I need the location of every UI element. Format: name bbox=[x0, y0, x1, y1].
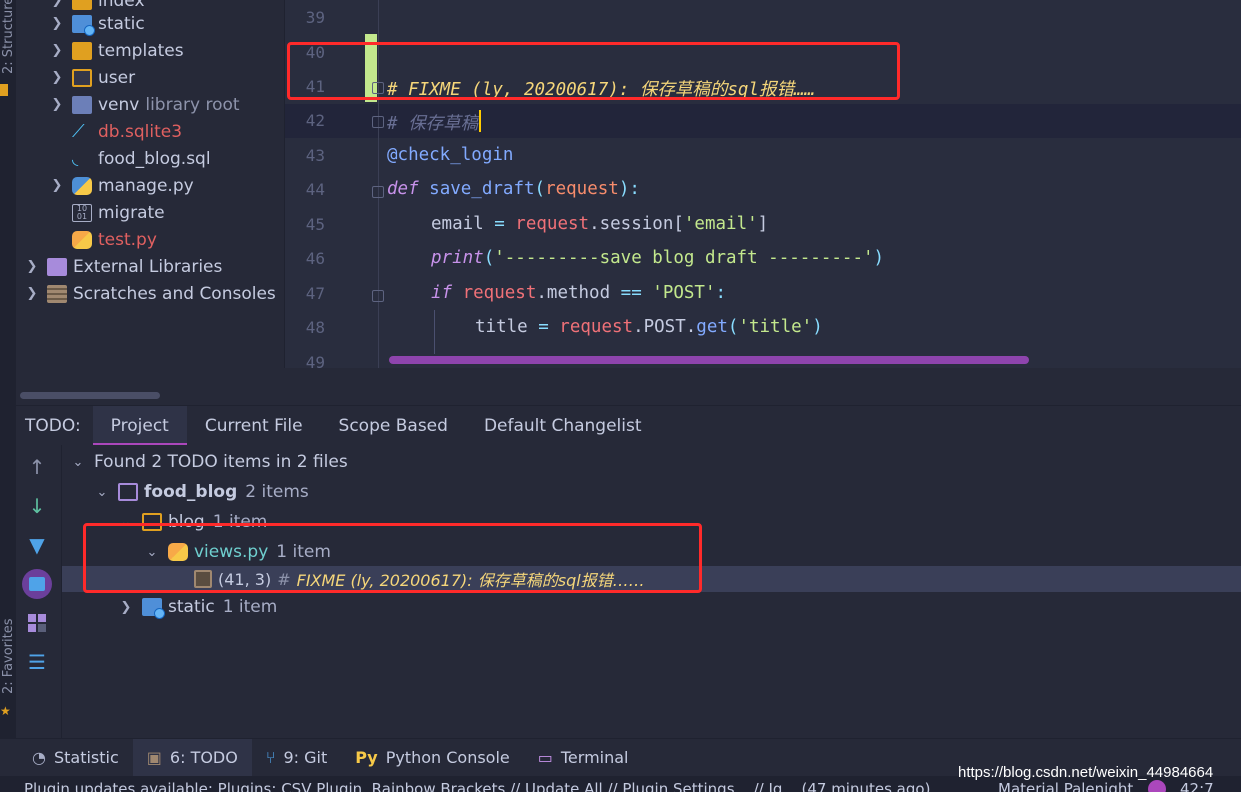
editor-scrollbar[interactable] bbox=[389, 356, 1029, 364]
project-folder-icon bbox=[118, 483, 138, 501]
favorites-label: 2: Favorites bbox=[1, 618, 16, 694]
web-folder-icon bbox=[142, 598, 165, 619]
templates-folder-icon bbox=[72, 41, 92, 60]
structure-icon bbox=[0, 84, 8, 96]
code-line-42[interactable]: # 保存草稿 bbox=[387, 110, 478, 135]
watermark-text: https://blog.csdn.net/weixin_44984664 bbox=[958, 764, 1214, 781]
tree-item-manage-py[interactable]: ❯ manage.py bbox=[50, 172, 194, 199]
tree-item-migrate[interactable]: 10 01 migrate bbox=[72, 199, 165, 226]
show-packages-icon[interactable]: ☰ bbox=[20, 646, 54, 678]
text-caret bbox=[479, 110, 481, 132]
code-line-46[interactable]: print('---------save blog draft --------… bbox=[431, 248, 884, 268]
tree-item-scratches[interactable]: ❯ Scratches and Consoles bbox=[25, 280, 276, 307]
code-line-47[interactable]: if request.method == 'POST': bbox=[431, 283, 726, 303]
code-line-43[interactable]: @check_login bbox=[387, 145, 513, 165]
group-modules-icon[interactable] bbox=[20, 607, 54, 639]
project-tree[interactable]: ❯ index ❯ static ❯ templates ❯ user ❯ ve… bbox=[16, 0, 284, 405]
chevron-down-icon[interactable]: ⌄ bbox=[94, 485, 110, 500]
tab-default-changelist[interactable]: Default Changelist bbox=[466, 406, 660, 446]
line-number: 47 bbox=[305, 284, 325, 303]
chevron-right-icon[interactable]: ❯ bbox=[50, 16, 64, 31]
chevron-right-icon[interactable]: ❯ bbox=[25, 259, 39, 274]
chevron-right-icon[interactable]: ❯ bbox=[50, 70, 64, 85]
todo-tool-window-header: TODO: Project Current File Scope Based D… bbox=[16, 405, 1241, 446]
scratches-icon bbox=[47, 284, 67, 303]
tab-current-file[interactable]: Current File bbox=[187, 406, 321, 446]
tree-item-venv[interactable]: ❯ venv library root bbox=[50, 91, 240, 118]
favorites-tool-button[interactable]: 2: Favorites bbox=[0, 600, 16, 720]
tree-item-test-py[interactable]: test.py bbox=[72, 226, 157, 253]
pie-chart-icon: ◔ bbox=[32, 748, 46, 767]
binary-file-icon: 10 01 bbox=[72, 203, 92, 222]
todo-summary-row[interactable]: ⌄ Found 2 TODO items in 2 files bbox=[70, 447, 348, 477]
chevron-right-icon[interactable]: ❯ bbox=[50, 0, 64, 8]
tree-item-food-blog-sql[interactable]: ◟ food_blog.sql bbox=[72, 145, 211, 172]
code-line-45[interactable]: email = request.session['email'] bbox=[431, 214, 768, 234]
tree-item-templates[interactable]: ❯ templates bbox=[50, 37, 184, 64]
chevron-right-icon[interactable]: ❯ bbox=[25, 286, 39, 301]
todo-toolbar: ↑ ↓ ▼ ☰ bbox=[16, 445, 62, 738]
terminal-icon: ▭ bbox=[537, 748, 553, 767]
tree-item-user[interactable]: ❯ user bbox=[50, 64, 136, 91]
python-file-icon bbox=[72, 176, 92, 195]
statistic-tool-button[interactable]: ◔ Statistic bbox=[18, 739, 133, 777]
chevron-right-icon[interactable]: ❯ bbox=[50, 43, 64, 58]
chevron-right-icon[interactable]: ❯ bbox=[118, 600, 134, 615]
preview-toggle-button[interactable] bbox=[20, 568, 54, 600]
code-line-48[interactable]: title = request.POST.get('title') bbox=[475, 317, 823, 337]
git-tool-button[interactable]: ⑂ 9: Git bbox=[252, 739, 341, 777]
chevron-down-icon[interactable]: ⌄ bbox=[70, 455, 86, 470]
python-file-icon bbox=[72, 230, 92, 249]
todo-window-title: TODO: bbox=[25, 415, 81, 436]
tree-item-db-sqlite3[interactable]: ⟋ db.sqlite3 bbox=[72, 118, 182, 145]
web-folder-icon bbox=[72, 14, 95, 36]
chevron-right-icon[interactable]: ❯ bbox=[50, 178, 64, 193]
line-number: 43 bbox=[305, 146, 325, 165]
theme-indicator[interactable]: Material Palenight bbox=[998, 780, 1138, 792]
tab-project[interactable]: Project bbox=[92, 405, 188, 446]
line-number: 42 bbox=[305, 111, 325, 130]
fold-icon[interactable] bbox=[372, 290, 384, 302]
sql-file-icon: ◟ bbox=[72, 148, 79, 168]
todo-icon: ▣ bbox=[146, 748, 162, 767]
annotation-box-editor bbox=[287, 42, 900, 100]
preview-icon bbox=[22, 569, 52, 599]
folder-icon bbox=[72, 95, 92, 114]
line-number: 46 bbox=[305, 249, 325, 268]
todo-tool-button[interactable]: ▣ 6: TODO bbox=[132, 738, 252, 777]
todo-node-food-blog[interactable]: ⌄ food_blog 2 items bbox=[94, 477, 309, 507]
fold-icon[interactable] bbox=[372, 186, 384, 198]
line-number: 44 bbox=[305, 180, 325, 199]
status-message[interactable]: Plugin updates available: Plugins: CSV P… bbox=[24, 780, 930, 792]
chevron-right-icon[interactable]: ❯ bbox=[50, 97, 64, 112]
tree-item-external-libraries[interactable]: ❯ External Libraries bbox=[25, 253, 223, 280]
tree-item-static[interactable]: ❯ static bbox=[50, 10, 145, 37]
tab-scope-based[interactable]: Scope Based bbox=[321, 406, 466, 446]
structure-label: 2: Structure bbox=[1, 0, 16, 74]
fold-icon[interactable] bbox=[372, 116, 384, 128]
library-icon bbox=[47, 257, 67, 276]
python-console-tool-button[interactable]: Py Python Console bbox=[341, 739, 524, 777]
git-branch-icon: ⑂ bbox=[265, 748, 276, 767]
todo-node-static[interactable]: ❯ static 1 item bbox=[118, 592, 277, 622]
filter-icon[interactable]: ▼ bbox=[20, 529, 54, 561]
line-number: 39 bbox=[305, 8, 325, 27]
line-number: 45 bbox=[305, 215, 325, 234]
theme-icon bbox=[1148, 780, 1166, 792]
project-tree-scrollbar[interactable] bbox=[20, 392, 160, 399]
code-line-44[interactable]: def save_draft(request): bbox=[387, 179, 640, 199]
line-number: 48 bbox=[305, 318, 325, 337]
arrow-up-icon[interactable]: ↑ bbox=[20, 451, 54, 483]
terminal-tool-button[interactable]: ▭ Terminal bbox=[524, 739, 643, 777]
line-number: 49 bbox=[305, 353, 325, 368]
module-folder-icon bbox=[72, 68, 92, 87]
annotation-box-todo bbox=[83, 523, 702, 593]
caret-position[interactable]: 42:7 bbox=[1180, 780, 1214, 792]
arrow-down-icon[interactable]: ↓ bbox=[20, 490, 54, 522]
indent-guide bbox=[434, 310, 435, 354]
sqlite-icon: ⟋ bbox=[72, 120, 85, 142]
folder-icon bbox=[72, 0, 92, 10]
python-console-icon: Py bbox=[355, 748, 378, 767]
star-icon: ★ bbox=[0, 704, 11, 718]
